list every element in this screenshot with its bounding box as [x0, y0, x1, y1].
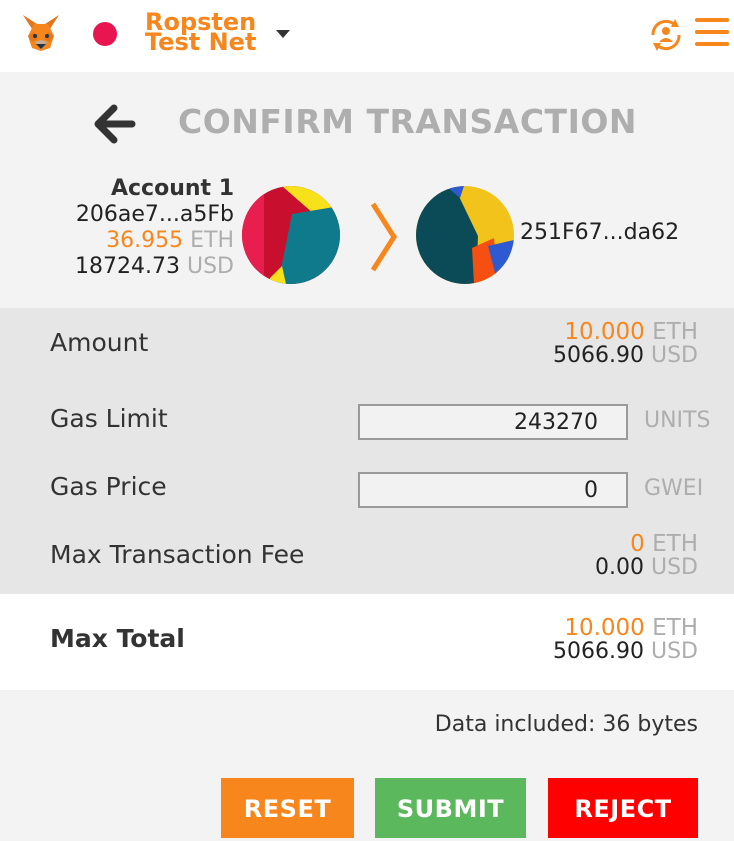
reject-button[interactable]: REJECT — [548, 778, 698, 838]
data-included-text: Data included: 36 bytes — [434, 712, 698, 737]
transaction-details: Amount 10.000 ETH 5066.90 USD Gas Limit … — [0, 308, 734, 594]
footer: Data included: 36 bytes RESET SUBMIT REJ… — [0, 690, 734, 841]
network-name-line2: Test Net — [145, 28, 257, 56]
from-balance-eth: 36.955 ETH — [106, 228, 234, 253]
to-account-address: 251F67...da62 — [520, 220, 680, 245]
gas-price-label: Gas Price — [50, 472, 167, 501]
max-total-label: Max Total — [50, 624, 185, 653]
reset-button[interactable]: RESET — [221, 778, 354, 838]
gas-price-unit: GWEI — [644, 476, 704, 501]
hamburger-menu-icon[interactable] — [695, 18, 729, 48]
account-switch-icon[interactable] — [645, 14, 687, 56]
back-arrow-icon[interactable] — [92, 104, 136, 144]
gas-limit-input[interactable]: 243270 — [358, 404, 628, 440]
transaction-header: CONFIRM TRANSACTION Account 1 206ae7...a… — [0, 72, 734, 308]
page-title: CONFIRM TRANSACTION — [178, 102, 638, 141]
gas-limit-label: Gas Limit — [50, 404, 168, 433]
metamask-fox-icon[interactable] — [20, 12, 62, 54]
from-account-address: 206ae7...a5Fb — [75, 202, 234, 227]
max-fee-label: Max Transaction Fee — [50, 540, 305, 569]
amount-value: 10.000 ETH 5066.90 USD — [553, 319, 698, 368]
max-fee-value: 0 ETH 0.00 USD — [595, 531, 698, 580]
from-account-name: Account 1 — [110, 176, 234, 201]
network-name[interactable]: Ropsten Test Net — [145, 10, 257, 56]
to-account-identicon — [416, 186, 514, 284]
gas-price-input[interactable]: 0 — [358, 472, 628, 508]
submit-button[interactable]: SUBMIT — [375, 778, 526, 838]
network-status-dot[interactable] — [93, 22, 117, 46]
from-account-info: Account 1 206ae7...a5Fb 36.955 ETH 18724… — [75, 176, 234, 280]
from-account-identicon — [242, 186, 340, 284]
chevron-right-icon — [370, 202, 397, 272]
gas-limit-unit: UNITS — [644, 408, 711, 433]
network-dropdown-caret-icon[interactable] — [276, 30, 290, 38]
total-section: Max Total 10.000 ETH 5066.90 USD — [0, 594, 734, 690]
max-total-value: 10.000 ETH 5066.90 USD — [553, 615, 698, 664]
top-bar: Ropsten Test Net — [0, 0, 734, 72]
from-balance-usd: 18724.73 USD — [75, 254, 234, 279]
amount-label: Amount — [50, 328, 149, 357]
